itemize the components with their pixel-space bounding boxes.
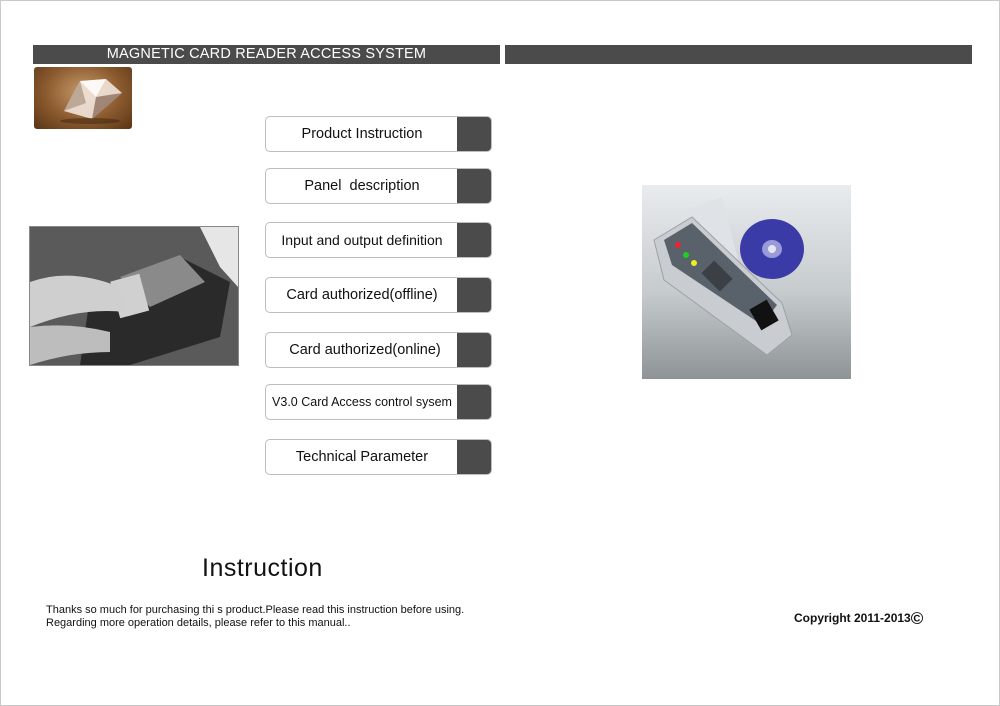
card-reader-product-photo <box>642 185 851 379</box>
menu-button-tab <box>457 169 491 203</box>
copyright-icon: © <box>910 609 924 628</box>
menu-button-technical-parameter[interactable]: Technical Parameter <box>265 439 492 475</box>
menu-button-card-authorized-offline[interactable]: Card authorized(offline) <box>265 277 492 313</box>
diamond-image <box>34 67 132 129</box>
menu-button-tab <box>457 278 491 312</box>
header-right-bar <box>505 45 972 64</box>
menu-button-product-instruction[interactable]: Product Instruction <box>265 116 492 152</box>
intro-line-1: Thanks so much for purchasing thi s prod… <box>46 604 465 616</box>
menu-button-label: Card authorized(online) <box>289 342 441 358</box>
menu-button-label: Card authorized(offline) <box>286 287 438 303</box>
menu-button-tab <box>457 223 491 257</box>
header-title-bar: MAGNETIC CARD READER ACCESS SYSTEM <box>33 45 500 64</box>
menu-button-card-authorized-online[interactable]: Card authorized(online) <box>265 332 492 368</box>
menu-button-label: Panel description <box>304 178 420 194</box>
diamond-icon <box>60 79 122 124</box>
copyright-text: Copyright 2011-2013 <box>794 611 911 625</box>
menu-button-input-output-definition[interactable]: Input and output definition <box>265 222 492 258</box>
menu-button-v3-card-access-control[interactable]: V3.0 Card Access control sysem <box>265 384 492 420</box>
header-title: MAGNETIC CARD READER ACCESS SYSTEM <box>106 46 427 62</box>
menu-button-label: Input and output definition <box>281 232 443 248</box>
intro-line-2: Regarding more operation details, please… <box>46 617 351 629</box>
menu-button-tab <box>457 117 491 151</box>
menu-button-tab <box>457 385 491 419</box>
menu-button-tab <box>457 333 491 367</box>
menu-button-tab <box>457 440 491 474</box>
instruction-title: Instruction <box>202 554 323 582</box>
menu-button-label: Product Instruction <box>301 126 423 142</box>
intro-text: Thanks so much for purchasing thi s prod… <box>46 604 464 630</box>
card-swipe-photo <box>29 226 239 366</box>
copyright: Copyright 2011-2013© <box>794 609 923 629</box>
menu-button-label: Technical Parameter <box>295 449 429 465</box>
menu-button-label: V3.0 Card Access control sysem <box>272 395 452 409</box>
menu-button-panel-description[interactable]: Panel description <box>265 168 492 204</box>
